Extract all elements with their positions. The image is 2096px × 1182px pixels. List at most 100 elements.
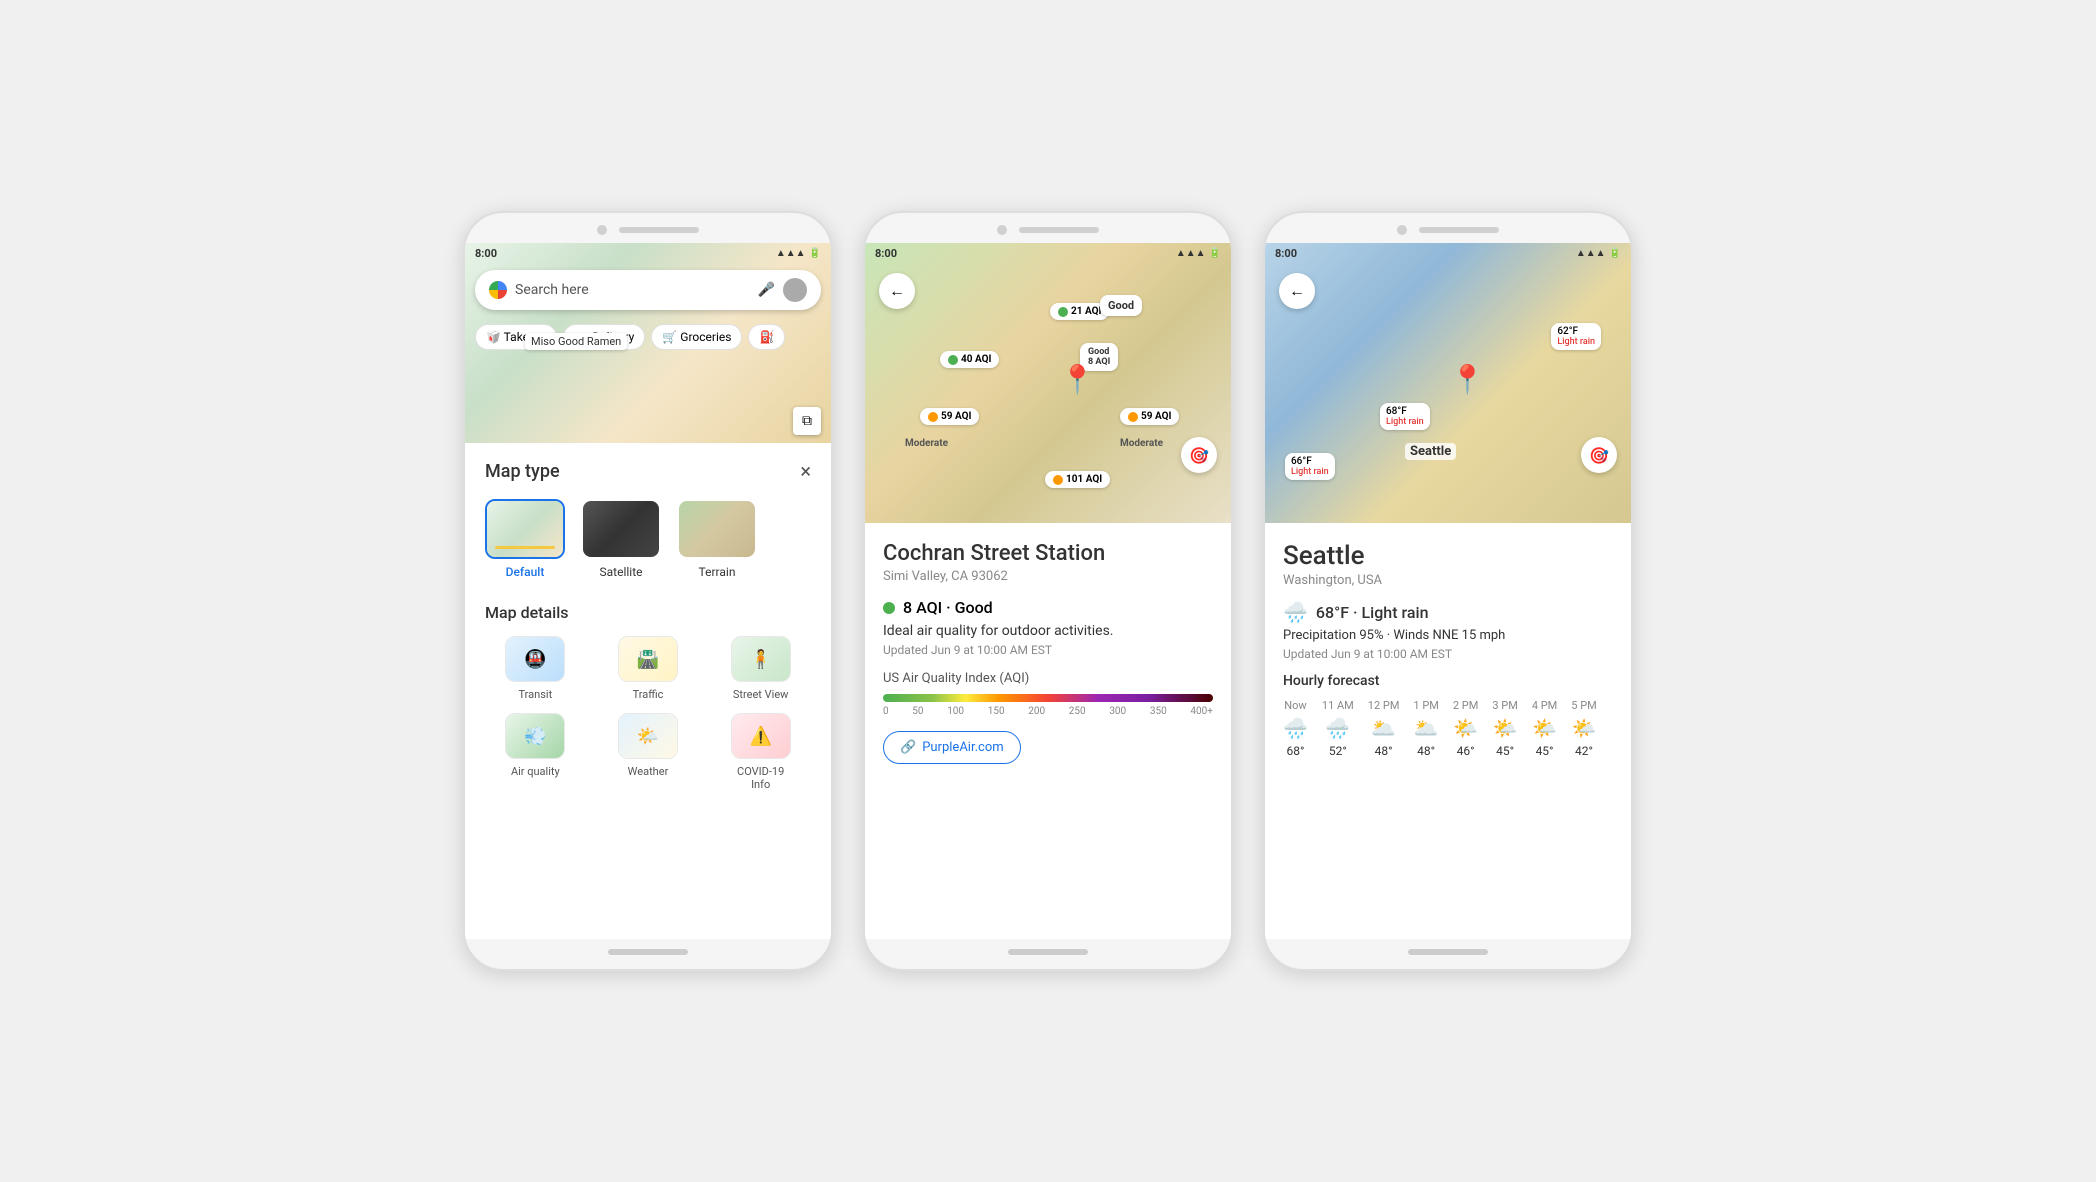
phone-content-3: 8:00 ▲▲▲🔋 ← 62°F Light rain 68°F Light r… — [1265, 243, 1631, 939]
map-pin: 📍 — [1060, 363, 1095, 396]
hourly-now: Now 🌧️ 68° — [1283, 699, 1308, 758]
link-icon: 🔗 — [900, 740, 916, 755]
streetview-label: Street View — [733, 688, 789, 701]
hourly-3pm: 3 PM 🌤️ 45° — [1492, 699, 1517, 758]
city-name: Seattle — [1283, 541, 1613, 571]
map-pin-3: 📍 — [1450, 363, 1485, 396]
status-icons-3: ▲▲▲🔋 — [1576, 247, 1621, 260]
place-label: Miso Good Ramen — [525, 333, 627, 350]
hourly-11am: 11 AM 🌧️ 52° — [1322, 699, 1354, 758]
map-option-terrain[interactable]: Terrain — [677, 499, 757, 579]
hourly-label: Hourly forecast — [1283, 673, 1613, 689]
detail-covid[interactable]: ⚠️ COVID-19 Info — [710, 713, 811, 791]
traffic-icon: 🛣️ — [618, 636, 678, 682]
city-country: Washington, USA — [1283, 573, 1613, 588]
aqi-bubble-101: 101 AQI — [1045, 471, 1110, 488]
map-option-default[interactable]: Default — [485, 499, 565, 579]
map-type-title: Map type — [485, 461, 560, 482]
location-btn-2[interactable]: 🎯 — [1181, 437, 1217, 473]
status-bar-3: 8:00 ▲▲▲🔋 — [1265, 243, 1631, 264]
groceries-btn[interactable]: 🛒 Groceries — [651, 324, 742, 350]
hourly-2pm: 2 PM 🌤️ 46° — [1453, 699, 1478, 758]
temp-badge-66: 66°F Light rain — [1285, 453, 1335, 480]
transit-icon: 🚇 — [505, 636, 565, 682]
phone-bottom-3 — [1265, 939, 1631, 969]
aqi-bubble-59b: 59 AQI — [1120, 408, 1179, 425]
map-preview: 8:00 ▲▲▲🔋 Search here 🎤 Miso Good Ramen … — [465, 243, 831, 443]
speaker-bar-2 — [1019, 227, 1099, 233]
layers-icon[interactable]: ⧉ — [793, 407, 821, 435]
hourly-1pm: 1 PM 🌥️ 48° — [1413, 699, 1438, 758]
air-quality-map: 8:00 ▲▲▲🔋 ← 21 AQI 40 AQI 59 AQI 59 — [865, 243, 1231, 523]
terrain-label: Terrain — [699, 565, 736, 579]
time-3: 8:00 — [1275, 247, 1297, 260]
detail-weather[interactable]: 🌤️ Weather — [598, 713, 699, 791]
map-option-satellite[interactable]: Satellite — [581, 499, 661, 579]
station-name: Cochran Street Station — [883, 541, 1213, 566]
weather-current: 🌧️ 68°F · Light rain — [1283, 600, 1613, 624]
status-bar-1: 8:00 ▲▲▲🔋 — [465, 243, 831, 264]
purpleair-text: PurpleAir.com — [922, 740, 1003, 755]
mic-icon[interactable]: 🎤 — [758, 282, 775, 298]
hourly-12pm: 12 PM 🌥️ 48° — [1368, 699, 1400, 758]
detail-transit[interactable]: 🚇 Transit — [485, 636, 586, 701]
detail-airquality[interactable]: 💨 Air quality — [485, 713, 586, 791]
time-2: 8:00 — [875, 247, 897, 260]
map-categories: 🥡 Takeout 🚗 Delivery 🛒 Groceries ⛽ — [465, 316, 831, 358]
weather-map: 8:00 ▲▲▲🔋 ← 62°F Light rain 68°F Light r… — [1265, 243, 1631, 523]
detail-streetview[interactable]: 🧍 Street View — [710, 636, 811, 701]
aqi-description: Ideal air quality for outdoor activities… — [883, 623, 1213, 639]
avatar[interactable] — [783, 278, 807, 302]
aqi-index-label: US Air Quality Index (AQI) — [883, 671, 1213, 686]
weather-details: Precipitation 95% · Winds NNE 15 mph — [1283, 628, 1613, 643]
gas-btn[interactable]: ⛽ — [748, 324, 785, 350]
phone-map-type: 8:00 ▲▲▲🔋 Search here 🎤 Miso Good Ramen … — [463, 211, 833, 971]
covid-icon: ⚠️ — [731, 713, 791, 759]
temp-badge-68: 68°F Light rain — [1380, 403, 1430, 430]
weather-updated: Updated Jun 9 at 10:00 AM EST — [1283, 647, 1613, 661]
detail-traffic[interactable]: 🛣️ Traffic — [598, 636, 699, 701]
search-bar[interactable]: Search here 🎤 — [475, 270, 821, 310]
map-type-panel: Map type × Default Satellite — [465, 443, 831, 939]
phone-weather: 8:00 ▲▲▲🔋 ← 62°F Light rain 68°F Light r… — [1263, 211, 1633, 971]
airquality-icon: 💨 — [505, 713, 565, 759]
back-btn-3[interactable]: ← — [1279, 273, 1315, 309]
speaker-bar — [619, 227, 699, 233]
aqi-good-dot — [883, 602, 895, 614]
satellite-thumb — [581, 499, 661, 559]
home-bar-1 — [608, 949, 688, 955]
purpleair-link[interactable]: 🔗 PurpleAir.com — [883, 731, 1021, 764]
traffic-label: Traffic — [633, 688, 664, 701]
aqi-bubble-59a: 59 AQI — [920, 408, 979, 425]
temp-badge-62: 62°F Light rain — [1551, 323, 1601, 350]
hourly-4pm: 4 PM 🌤️ 45° — [1532, 699, 1557, 758]
moderate-label-2: Moderate — [1120, 438, 1163, 449]
home-bar-3 — [1408, 949, 1488, 955]
phone-bottom-2 — [865, 939, 1231, 969]
good-label-1: Good — [1100, 295, 1142, 316]
covid-label: COVID-19 Info — [737, 765, 784, 791]
phone-top-3 — [1265, 213, 1631, 243]
back-btn-2[interactable]: ← — [879, 273, 915, 309]
map-details-grid: 🚇 Transit 🛣️ Traffic 🧍 S — [485, 636, 811, 791]
map-details-title: Map details — [485, 603, 811, 622]
aqi-status-text: 8 AQI · Good — [903, 598, 993, 617]
satellite-label: Satellite — [600, 565, 643, 579]
phone-air-quality: 8:00 ▲▲▲🔋 ← 21 AQI 40 AQI 59 AQI 59 — [863, 211, 1233, 971]
default-label: Default — [506, 565, 545, 579]
seattle-label: Seattle — [1405, 443, 1456, 460]
location-btn-3[interactable]: 🎯 — [1581, 437, 1617, 473]
time-1: 8:00 — [475, 247, 497, 260]
weather-icon: 🌤️ — [618, 713, 678, 759]
default-thumb — [485, 499, 565, 559]
status-bar-2: 8:00 ▲▲▲🔋 — [865, 243, 1231, 264]
phone-content-1: 8:00 ▲▲▲🔋 Search here 🎤 Miso Good Ramen … — [465, 243, 831, 939]
airquality-label: Air quality — [511, 765, 560, 778]
weather-temp: 68°F · Light rain — [1316, 603, 1429, 622]
close-btn[interactable]: × — [800, 459, 811, 483]
moderate-label-1: Moderate — [905, 438, 948, 449]
streetview-icon: 🧍 — [731, 636, 791, 682]
terrain-thumb — [677, 499, 757, 559]
status-icons-1: ▲▲▲🔋 — [776, 248, 821, 259]
transit-label: Transit — [518, 688, 552, 701]
